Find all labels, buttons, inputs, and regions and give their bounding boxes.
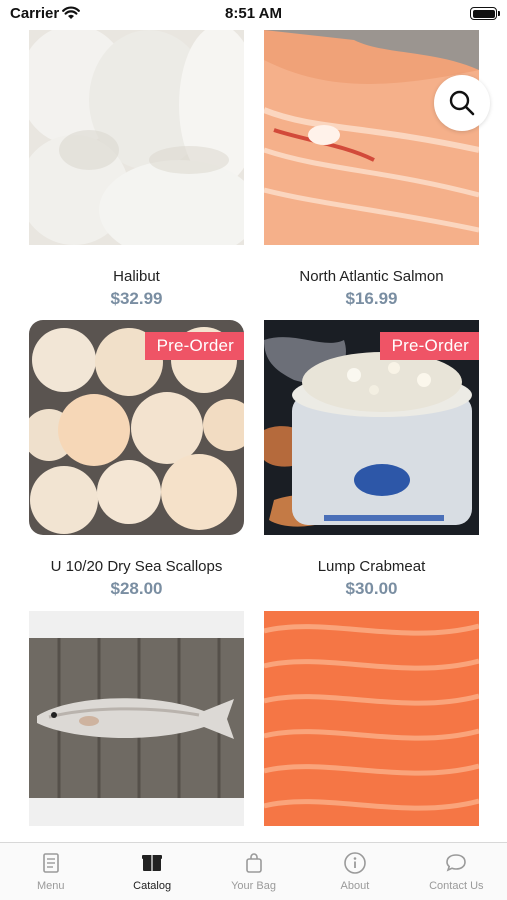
product-name: North Atlantic Salmon <box>299 268 444 285</box>
status-bar: Carrier 8:51 AM <box>0 0 507 30</box>
product-price: $16.99 <box>345 289 398 308</box>
tab-label: Your Bag <box>231 880 276 892</box>
product-image[interactable]: Pre-Order <box>264 320 479 535</box>
tab-catalog[interactable]: Catalog <box>101 843 202 900</box>
status-time: 8:51 AM <box>225 5 282 22</box>
pre-order-badge: Pre-Order <box>379 332 479 360</box>
product-image[interactable]: Pre-Order <box>29 320 244 535</box>
pre-order-badge: Pre-Order <box>144 332 244 360</box>
tab-label: Catalog <box>133 880 172 892</box>
shopping-bag-icon <box>245 853 262 873</box>
search-icon <box>449 90 475 116</box>
chat-bubble-icon <box>446 854 467 872</box>
product-price: $32.99 <box>110 289 163 308</box>
tab-contact-us[interactable]: Contact Us <box>406 843 507 900</box>
product-image[interactable] <box>29 30 244 245</box>
product-image[interactable] <box>264 30 479 245</box>
product-name: Halibut <box>113 268 160 285</box>
battery-icon <box>470 7 500 20</box>
catalog-box-icon <box>142 855 163 871</box>
search-button[interactable] <box>434 75 490 131</box>
product-name: U 10/20 Dry Sea Scallops <box>50 558 223 575</box>
tab-menu[interactable]: Menu <box>0 843 101 900</box>
menu-book-icon <box>42 853 59 873</box>
product-image[interactable] <box>264 611 479 826</box>
tab-label: About <box>340 880 370 892</box>
info-icon <box>344 852 366 874</box>
product-image[interactable] <box>29 611 244 826</box>
tab-bar: Menu Catalog Your Bag About Contact Us <box>0 842 507 900</box>
product-price: $28.00 <box>110 579 163 598</box>
product-name: Lump Crabmeat <box>317 558 426 575</box>
product-price: $30.00 <box>345 579 398 598</box>
tab-your-bag[interactable]: Your Bag <box>203 843 304 900</box>
tab-label: Contact Us <box>429 880 484 892</box>
tab-about[interactable]: About <box>304 843 405 900</box>
tab-label: Menu <box>36 880 65 892</box>
